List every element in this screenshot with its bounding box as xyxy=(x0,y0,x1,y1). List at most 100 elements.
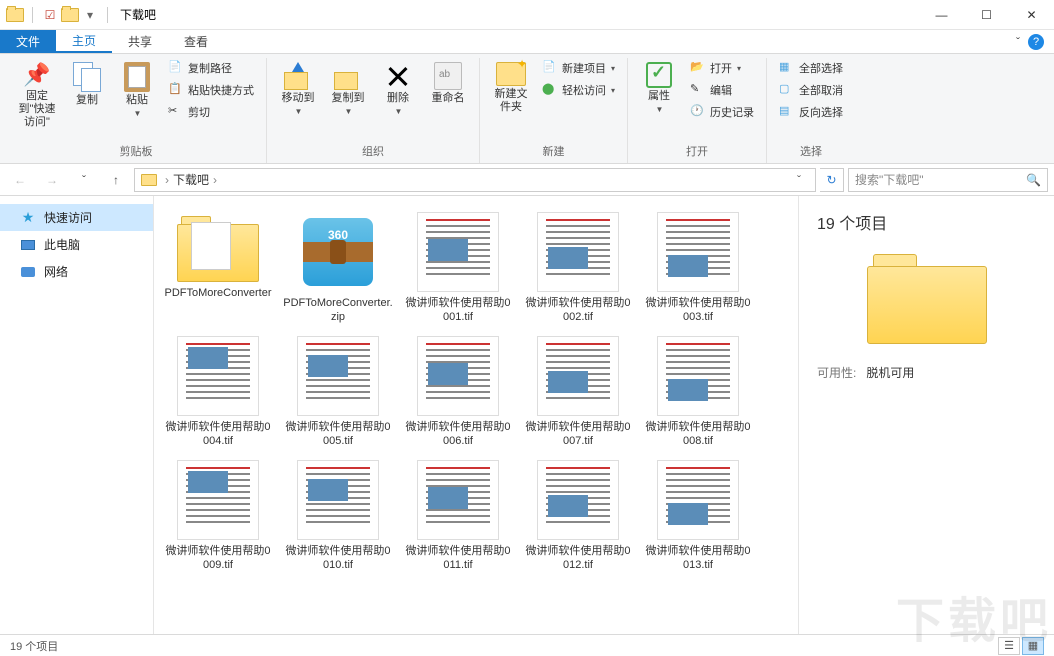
refresh-button[interactable]: ↻ xyxy=(820,168,844,192)
invert-selection-button[interactable]: ▤反向选择 xyxy=(775,102,847,122)
file-item[interactable]: 微讲师软件使用帮助0010.tif xyxy=(278,454,398,578)
edit-button[interactable]: ✎编辑 xyxy=(686,80,758,100)
ribbon-group-clipboard: 📌 固定到"快速访问" 复制 粘贴 ▼ 📄复制路径 📋粘贴快捷方式 ✂剪切 剪贴… xyxy=(6,58,267,163)
sidebar-item-thispc[interactable]: 此电脑 xyxy=(0,231,153,258)
copy-to-button[interactable]: 复制到 ▼ xyxy=(325,58,371,120)
availability-label: 可用性: xyxy=(817,364,856,381)
details-title: 19 个项目 xyxy=(817,210,1036,234)
file-item[interactable]: 微讲师软件使用帮助0007.tif xyxy=(518,330,638,454)
new-item-icon: 📄 xyxy=(542,60,558,76)
file-item[interactable]: 微讲师软件使用帮助0009.tif xyxy=(158,454,278,578)
file-name: 微讲师软件使用帮助0003.tif xyxy=(643,296,753,324)
path-icon: 📄 xyxy=(168,60,184,76)
easy-access-icon: ⬤ xyxy=(542,82,558,98)
up-button[interactable]: ↑ xyxy=(102,167,130,193)
easy-access-button[interactable]: ⬤轻松访问▾ xyxy=(538,80,619,100)
pc-icon xyxy=(20,237,36,253)
help-icon[interactable]: ? xyxy=(1028,34,1044,50)
pin-icon: 📌 xyxy=(24,62,50,88)
file-name: 微讲师软件使用帮助0010.tif xyxy=(283,544,393,572)
search-icon: 🔍 xyxy=(1026,173,1041,187)
edit-icon: ✎ xyxy=(690,82,706,98)
folder-icon xyxy=(6,6,24,24)
recent-locations-button[interactable]: ˇ xyxy=(70,167,98,193)
tif-thumbnail xyxy=(417,212,499,292)
group-label: 选择 xyxy=(800,141,822,163)
qat: ☑ ▾ xyxy=(6,6,114,24)
maximize-button[interactable]: ☐ xyxy=(964,0,1009,30)
ribbon-group-select: ▦全部选择 ▢全部取消 ▤反向选择 选择 xyxy=(767,58,855,163)
select-all-button[interactable]: ▦全部选择 xyxy=(775,58,847,78)
view-details-button[interactable]: ☰ xyxy=(998,637,1020,655)
scissors-icon: ✂ xyxy=(168,104,184,120)
ribbon-collapse-icon[interactable]: ˇ xyxy=(1016,35,1020,49)
file-item[interactable]: 微讲师软件使用帮助0001.tif xyxy=(398,206,518,330)
tab-file[interactable]: 文件 xyxy=(0,30,56,53)
new-item-button[interactable]: 📄新建项目▾ xyxy=(538,58,619,78)
history-icon: 🕐 xyxy=(690,104,706,120)
delete-button[interactable]: 删除 ▼ xyxy=(375,58,421,120)
file-item[interactable]: 微讲师软件使用帮助0006.tif xyxy=(398,330,518,454)
file-name: 微讲师软件使用帮助0001.tif xyxy=(403,296,513,324)
tab-view[interactable]: 查看 xyxy=(168,30,224,53)
breadcrumb-seg[interactable]: 下载吧 xyxy=(173,171,209,188)
address-dropdown-icon[interactable]: ˇ xyxy=(789,173,809,187)
details-pane: 19 个项目 可用性: 脱机可用 xyxy=(798,196,1054,634)
file-name: 微讲师软件使用帮助0007.tif xyxy=(523,420,633,448)
tif-thumbnail xyxy=(177,336,259,416)
sidebar-item-network[interactable]: 网络 xyxy=(0,258,153,285)
open-button[interactable]: 📂打开▾ xyxy=(686,58,758,78)
properties-button[interactable]: 属性 ▼ xyxy=(636,58,682,118)
file-item[interactable]: 微讲师软件使用帮助0003.tif xyxy=(638,206,758,330)
ribbon-group-new: 新建文件夹 📄新建项目▾ ⬤轻松访问▾ 新建 xyxy=(480,58,628,163)
search-input[interactable]: 搜索"下载吧" 🔍 xyxy=(848,168,1048,192)
file-item[interactable]: 微讲师软件使用帮助0008.tif xyxy=(638,330,758,454)
sidebar-item-quickaccess[interactable]: ★ 快速访问 xyxy=(0,204,153,231)
file-name: 微讲师软件使用帮助0011.tif xyxy=(403,544,513,572)
folder-icon xyxy=(61,6,79,24)
window-controls: — ☐ ✕ xyxy=(919,0,1054,30)
file-item[interactable]: 微讲师软件使用帮助0005.tif xyxy=(278,330,398,454)
file-item[interactable]: 微讲师软件使用帮助0002.tif xyxy=(518,206,638,330)
cut-button[interactable]: ✂剪切 xyxy=(164,102,258,122)
qat-checkbox-icon[interactable]: ☑ xyxy=(41,6,59,24)
file-name: 微讲师软件使用帮助0004.tif xyxy=(163,420,273,448)
file-name: PDFToMoreConverter.zip xyxy=(283,296,393,324)
copy-path-button[interactable]: 📄复制路径 xyxy=(164,58,258,78)
ribbon-group-open: 属性 ▼ 📂打开▾ ✎编辑 🕐历史记录 打开 xyxy=(628,58,767,163)
file-item[interactable]: 微讲师软件使用帮助0004.tif xyxy=(158,330,278,454)
group-label: 新建 xyxy=(543,141,565,163)
file-item[interactable]: 360ZIPPDFToMoreConverter.zip xyxy=(278,206,398,330)
close-button[interactable]: ✕ xyxy=(1009,0,1054,30)
view-icons-button[interactable]: ▦ xyxy=(1022,637,1044,655)
qat-dropdown-icon[interactable]: ▾ xyxy=(81,6,99,24)
folder-icon xyxy=(177,212,259,282)
history-button[interactable]: 🕐历史记录 xyxy=(686,102,758,122)
status-count: 19 个项目 xyxy=(10,638,58,654)
paste-button[interactable]: 粘贴 ▼ xyxy=(114,58,160,122)
tif-thumbnail xyxy=(297,336,379,416)
minimize-button[interactable]: — xyxy=(919,0,964,30)
back-button[interactable]: ← xyxy=(6,167,34,193)
file-name: 微讲师软件使用帮助0013.tif xyxy=(643,544,753,572)
paste-shortcut-button[interactable]: 📋粘贴快捷方式 xyxy=(164,80,258,100)
tif-thumbnail xyxy=(657,212,739,292)
file-list[interactable]: PDFToMoreConverter360ZIPPDFToMoreConvert… xyxy=(154,196,798,634)
file-name: 微讲师软件使用帮助0012.tif xyxy=(523,544,633,572)
rename-button[interactable]: 重命名 xyxy=(425,58,471,109)
file-item[interactable]: 微讲师软件使用帮助0012.tif xyxy=(518,454,638,578)
forward-button[interactable]: → xyxy=(38,167,66,193)
copy-button[interactable]: 复制 xyxy=(64,58,110,111)
pin-quickaccess-button[interactable]: 📌 固定到"快速访问" xyxy=(14,58,60,133)
select-none-button[interactable]: ▢全部取消 xyxy=(775,80,847,100)
move-to-button[interactable]: 移动到 ▼ xyxy=(275,58,321,120)
tab-share[interactable]: 共享 xyxy=(112,30,168,53)
file-item[interactable]: PDFToMoreConverter xyxy=(158,206,278,330)
properties-icon xyxy=(646,62,672,88)
folder-icon xyxy=(867,254,987,344)
new-folder-button[interactable]: 新建文件夹 xyxy=(488,58,534,118)
file-item[interactable]: 微讲师软件使用帮助0013.tif xyxy=(638,454,758,578)
tab-home[interactable]: 主页 xyxy=(56,30,112,53)
address-bar[interactable]: › 下载吧 › ˇ xyxy=(134,168,816,192)
file-item[interactable]: 微讲师软件使用帮助0011.tif xyxy=(398,454,518,578)
